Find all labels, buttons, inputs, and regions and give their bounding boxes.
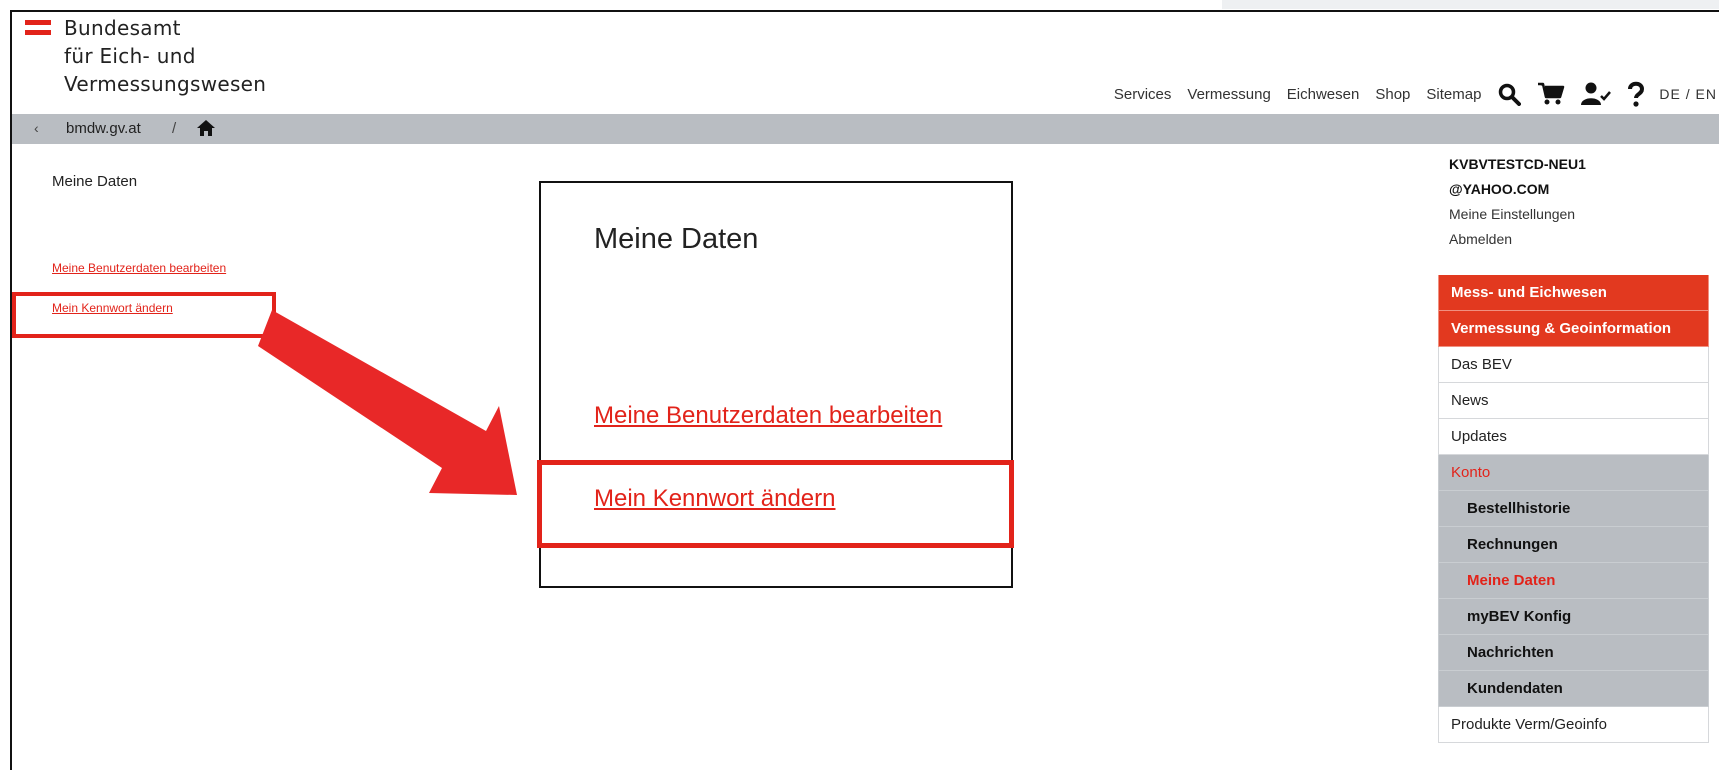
menu-item-mess-eichwesen[interactable]: Mess- und Eichwesen bbox=[1438, 275, 1709, 311]
menu-item-das-bev[interactable]: Das BEV bbox=[1438, 347, 1709, 383]
zoom-edit-user-data-link[interactable]: Meine Benutzerdaten bearbeiten bbox=[594, 402, 942, 430]
menu-item-bestellhistorie[interactable]: Bestellhistorie bbox=[1438, 491, 1709, 527]
red-arrow-annotation bbox=[258, 310, 517, 495]
nav-eichwesen[interactable]: Eichwesen bbox=[1287, 86, 1360, 103]
nav-sitemap[interactable]: Sitemap bbox=[1426, 86, 1481, 103]
top-right-shade bbox=[1222, 0, 1719, 9]
search-icon[interactable] bbox=[1497, 82, 1522, 106]
flag-icon bbox=[25, 20, 51, 38]
home-icon[interactable] bbox=[196, 119, 216, 142]
side-menu: Mess- und Eichwesen Vermessung & Geoinfo… bbox=[1438, 275, 1709, 743]
menu-item-news[interactable]: News bbox=[1438, 383, 1709, 419]
nav-vermessung[interactable]: Vermessung bbox=[1187, 86, 1270, 103]
user-check-icon[interactable] bbox=[1581, 82, 1612, 106]
user-name-line-1: KVBVTESTCD-NEU1 bbox=[1449, 156, 1586, 172]
highlight-box-small bbox=[12, 292, 276, 338]
logo-line-1: Bundesamt bbox=[64, 16, 181, 40]
zoom-title: Meine Daten bbox=[594, 223, 759, 255]
user-name-line-2: @YAHOO.COM bbox=[1449, 181, 1550, 197]
user-info: KVBVTESTCD-NEU1 @YAHOO.COM Meine Einstel… bbox=[1449, 152, 1586, 252]
language-switch[interactable]: DE / EN bbox=[1659, 86, 1717, 102]
breadcrumb: ‹ bmdw.gv.at / bbox=[12, 114, 1719, 144]
logout-link[interactable]: Abmelden bbox=[1449, 227, 1586, 252]
menu-item-produkte-verm-geoinfo[interactable]: Produkte Verm/Geoinfo bbox=[1438, 707, 1709, 743]
menu-item-updates[interactable]: Updates bbox=[1438, 419, 1709, 455]
nav-shop[interactable]: Shop bbox=[1375, 86, 1410, 103]
menu-item-nachrichten[interactable]: Nachrichten bbox=[1438, 635, 1709, 671]
breadcrumb-separator: / bbox=[172, 120, 177, 137]
logo-line-3: Vermessungswesen bbox=[64, 72, 267, 96]
settings-link[interactable]: Meine Einstellungen bbox=[1449, 202, 1586, 227]
logo-line-2: für Eich- und bbox=[64, 44, 196, 68]
top-navigation: Services Vermessung Eichwesen Shop Sitem… bbox=[1098, 74, 1717, 114]
highlight-box-large bbox=[537, 460, 1014, 548]
edit-user-data-link[interactable]: Meine Benutzerdaten bearbeiten bbox=[52, 261, 226, 275]
breadcrumb-back[interactable]: ‹ bbox=[34, 120, 39, 136]
help-icon[interactable] bbox=[1627, 81, 1645, 107]
breadcrumb-site-link[interactable]: bmdw.gv.at bbox=[66, 120, 141, 137]
menu-item-kundendaten[interactable]: Kundendaten bbox=[1438, 671, 1709, 707]
page-title: Meine Daten bbox=[52, 173, 138, 190]
menu-item-vermessung-geoinformation[interactable]: Vermessung & Geoinformation bbox=[1438, 311, 1709, 347]
nav-services[interactable]: Services bbox=[1114, 86, 1172, 103]
menu-item-konto[interactable]: Konto bbox=[1438, 455, 1709, 491]
logo-text: Bundesamt für Eich- und Vermessungswesen bbox=[64, 14, 364, 98]
cart-icon[interactable] bbox=[1537, 82, 1565, 106]
menu-item-mybev-konfig[interactable]: myBEV Konfig bbox=[1438, 599, 1709, 635]
menu-item-rechnungen[interactable]: Rechnungen bbox=[1438, 527, 1709, 563]
menu-item-meine-daten[interactable]: Meine Daten bbox=[1438, 563, 1709, 599]
